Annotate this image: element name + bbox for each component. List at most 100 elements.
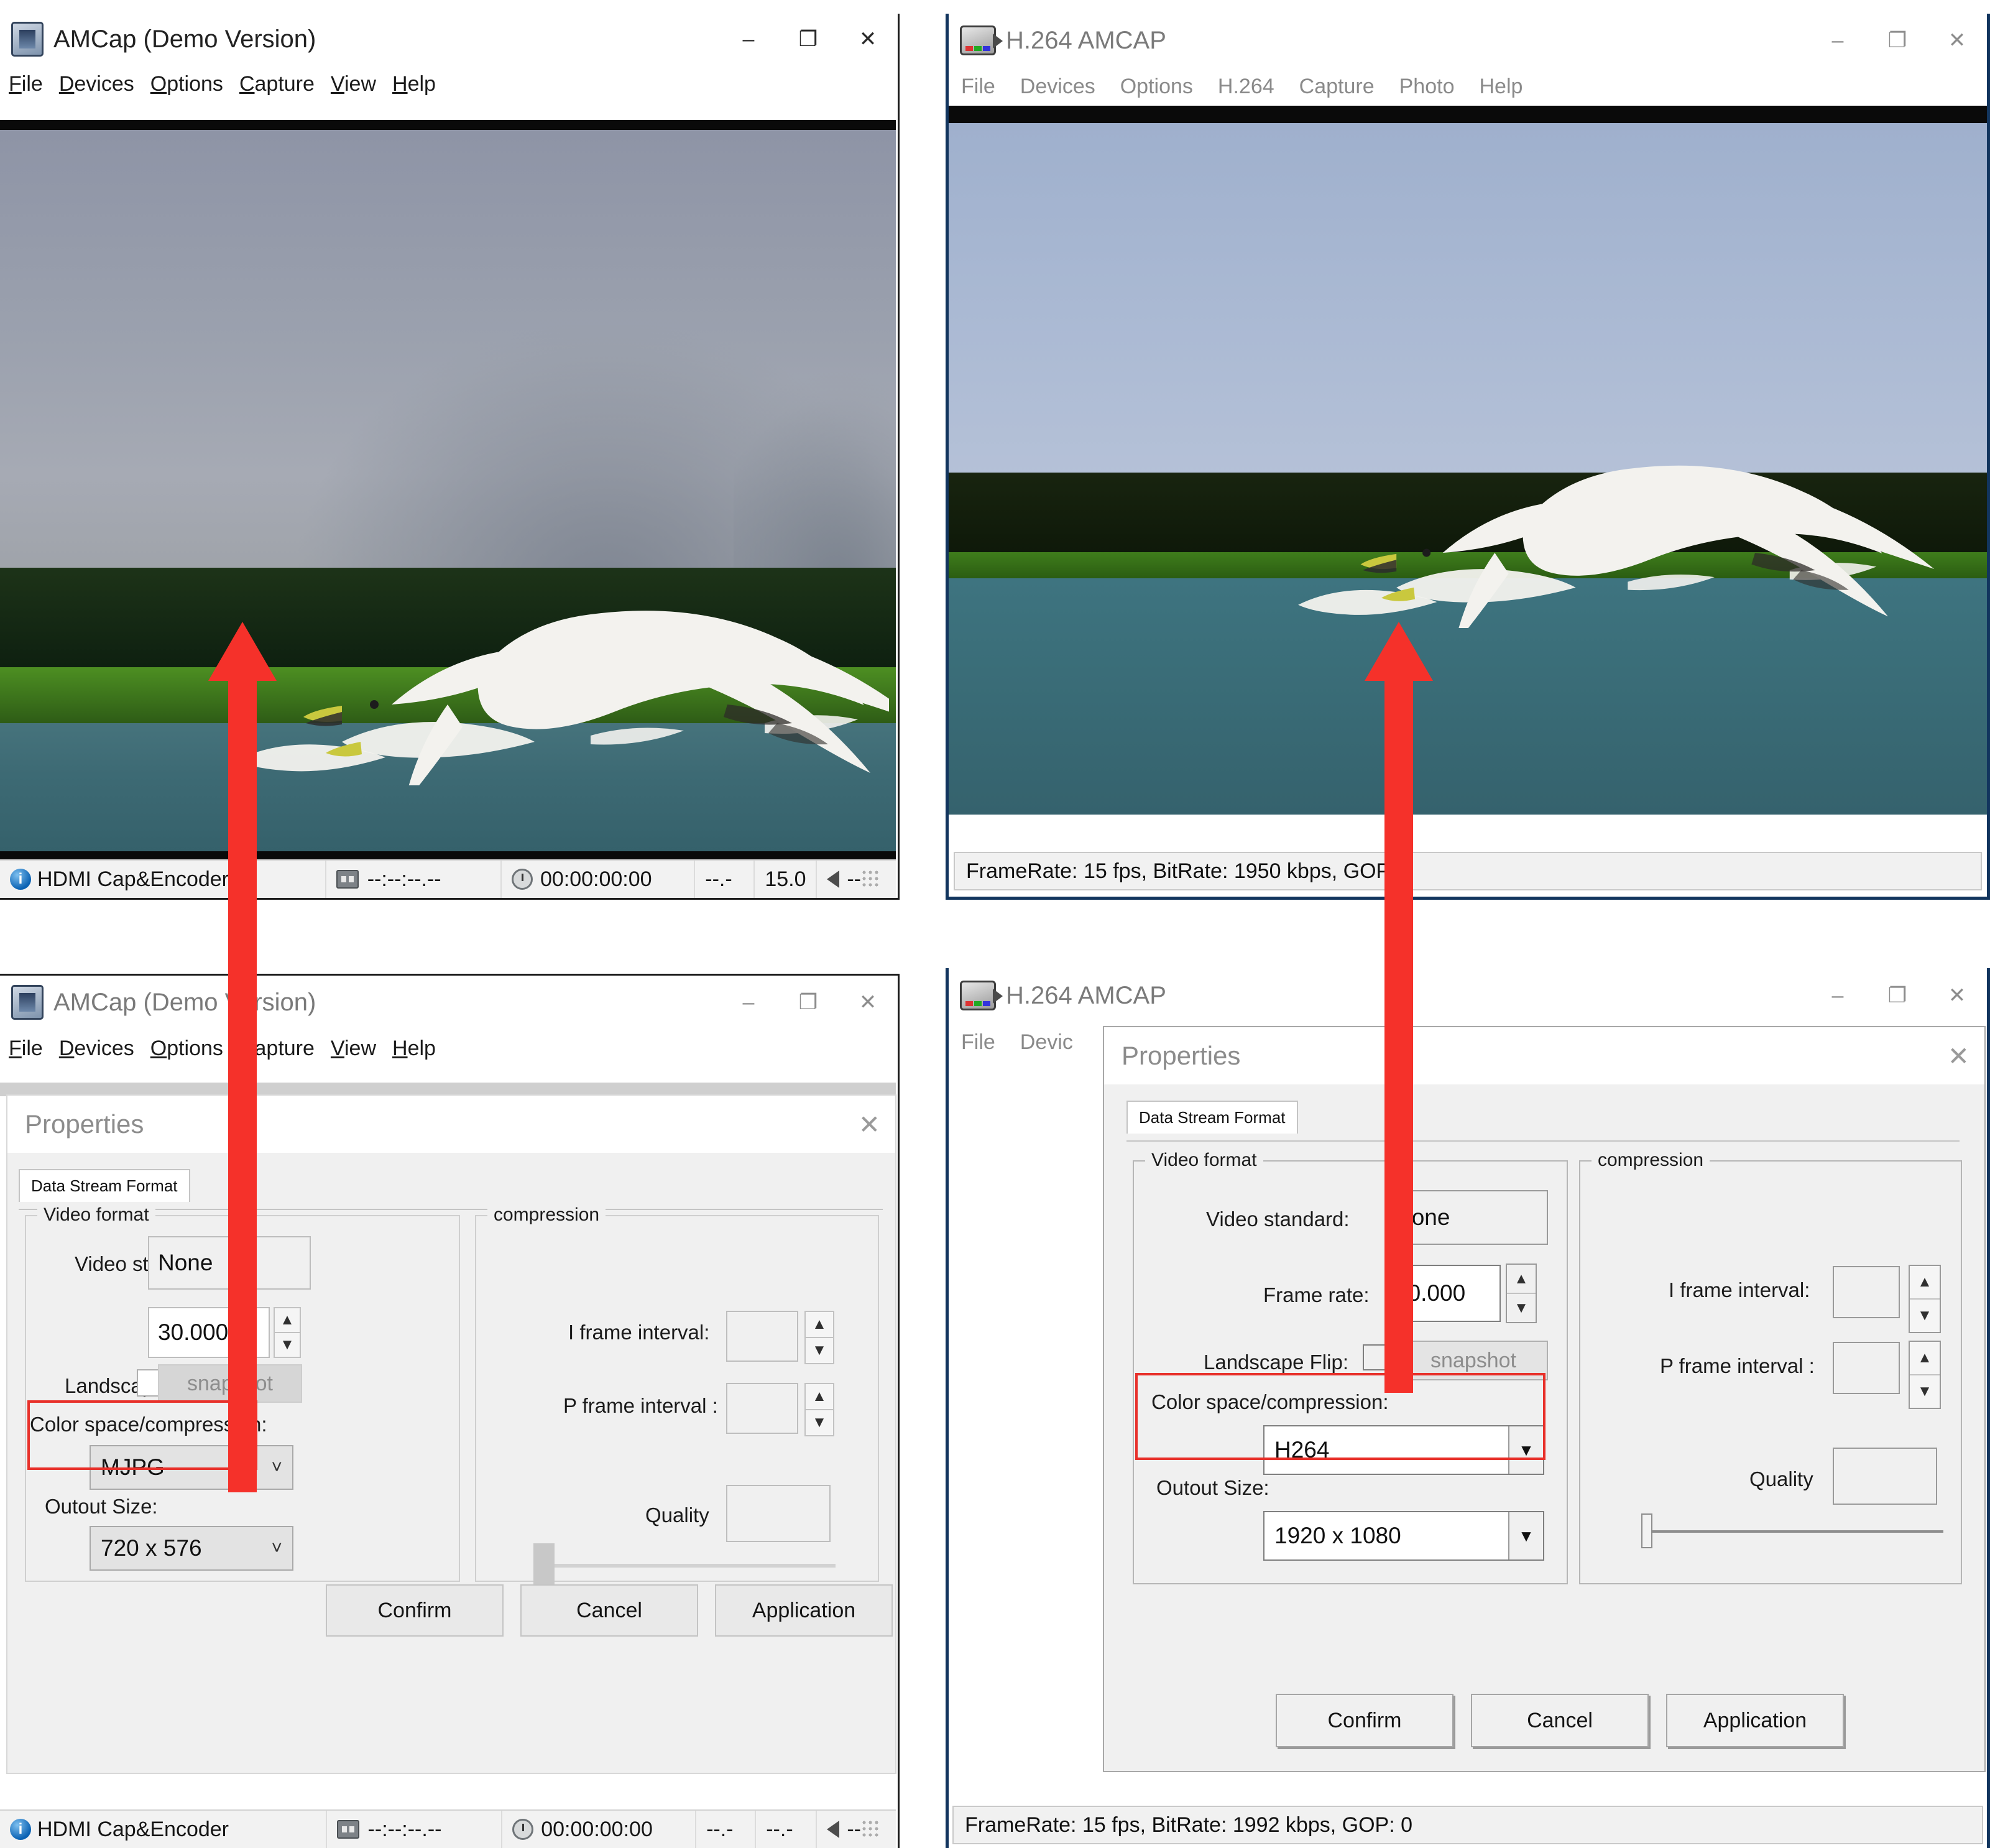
menu-capture[interactable]: Capture xyxy=(239,72,315,96)
chevron-down-icon: ˅ xyxy=(271,1538,282,1558)
field-p-frame-interval[interactable] xyxy=(1833,1342,1900,1394)
titlebar-h264-bottom[interactable]: H.264 AMCAP – ❐ ✕ xyxy=(949,968,1987,1023)
spinner-down-icon[interactable]: ▼ xyxy=(1910,1375,1940,1408)
application-button[interactable]: Application xyxy=(715,1584,893,1637)
menu-help[interactable]: Help xyxy=(1479,75,1522,99)
menu-devices[interactable]: Devices xyxy=(59,1037,134,1061)
statusbar-bottom-right: FrameRate: 15 fps, BitRate: 1992 kbps, G… xyxy=(952,1806,1983,1844)
titlebar-h264-top[interactable]: H.264 AMCAP – ❐ ✕ xyxy=(949,14,1987,67)
menu-view[interactable]: View xyxy=(331,72,376,96)
menu-file[interactable]: File xyxy=(9,72,43,96)
maximize-button[interactable]: ❐ xyxy=(1868,15,1927,66)
menubar-amcap-bottom: File Devices Options Capture View Help xyxy=(0,1029,898,1068)
menu-options[interactable]: Options xyxy=(1120,75,1193,99)
resize-grip[interactable] xyxy=(861,1819,881,1839)
field-quality[interactable] xyxy=(1833,1448,1937,1505)
maximize-button[interactable]: ❐ xyxy=(778,14,838,65)
close-icon[interactable]: ✕ xyxy=(859,1109,880,1140)
status-volume-cell: -- xyxy=(817,1811,896,1848)
combo-output-size-value: 1920 x 1080 xyxy=(1274,1523,1401,1548)
application-button[interactable]: Application xyxy=(1666,1694,1844,1747)
minimize-button[interactable]: – xyxy=(1808,15,1868,66)
status-rate-dashes: --.- xyxy=(705,867,732,891)
cancel-button[interactable]: Cancel xyxy=(520,1584,698,1637)
slider-thumb[interactable] xyxy=(533,1543,555,1588)
close-button[interactable]: ✕ xyxy=(838,977,898,1028)
dialog-titlebar[interactable]: Properties ✕ xyxy=(1104,1027,1984,1084)
spinner-down-icon[interactable]: ▼ xyxy=(806,1410,833,1435)
combo-output-size[interactable]: 720 x 576 ˅ xyxy=(90,1526,293,1571)
annotation-arrow-right xyxy=(1361,622,1436,1393)
menu-photo[interactable]: Photo xyxy=(1399,75,1455,99)
video-preview-top-left xyxy=(0,120,896,861)
status-rate-cell: --.- xyxy=(696,1811,757,1848)
menu-devices[interactable]: Devic xyxy=(1020,1030,1073,1055)
maximize-button[interactable]: ❐ xyxy=(1868,970,1927,1021)
maximize-button[interactable]: ❐ xyxy=(778,977,838,1028)
quality-slider[interactable] xyxy=(1641,1513,1943,1548)
chevron-down-icon[interactable]: ▼ xyxy=(1508,1512,1543,1559)
menu-devices[interactable]: Devices xyxy=(59,72,134,96)
spinner-up-icon[interactable]: ▲ xyxy=(1507,1265,1536,1294)
status-text: FrameRate: 15 fps, BitRate: 1992 kbps, G… xyxy=(965,1813,1413,1837)
statusbar-bottom-left: i HDMI Cap&Encoder --:--:--.-- 00:00:00:… xyxy=(0,1809,896,1848)
window-controls: – ❐ ✕ xyxy=(719,977,898,1028)
menu-options[interactable]: Options xyxy=(150,72,223,96)
window-title: H.264 AMCAP xyxy=(1006,981,1166,1009)
cancel-button[interactable]: Cancel xyxy=(1471,1694,1649,1747)
field-quality[interactable] xyxy=(726,1485,831,1542)
minimize-button[interactable]: – xyxy=(719,977,778,1028)
statusbar-top-right: FrameRate: 15 fps, BitRate: 1950 kbps, G… xyxy=(954,852,1982,890)
status-timecode: 00:00:00:00 xyxy=(541,1817,653,1841)
menu-help[interactable]: Help xyxy=(392,72,436,96)
spinner-i-frame-interval[interactable]: ▲ ▼ xyxy=(804,1311,834,1364)
dialog-titlebar[interactable]: Properties ✕ xyxy=(7,1096,895,1153)
confirm-button[interactable]: Confirm xyxy=(1276,1694,1453,1747)
menu-file[interactable]: File xyxy=(961,75,995,99)
spinner-up-icon[interactable]: ▲ xyxy=(806,1384,833,1410)
spinner-up-icon[interactable]: ▲ xyxy=(1910,1342,1940,1375)
spinner-up-icon[interactable]: ▲ xyxy=(1910,1266,1940,1300)
spinner-p-frame-interval[interactable]: ▲ ▼ xyxy=(804,1383,834,1436)
arrow-shaft xyxy=(1384,681,1413,1393)
menu-help[interactable]: Help xyxy=(392,1037,436,1061)
combo-output-size[interactable]: 1920 x 1080 ▼ xyxy=(1263,1511,1544,1561)
tab-data-stream-format[interactable]: Data Stream Format xyxy=(1126,1101,1298,1134)
quality-slider[interactable] xyxy=(533,1543,836,1588)
label-output-size: Outout Size: xyxy=(45,1495,158,1518)
resize-grip[interactable] xyxy=(861,869,881,889)
tabstrip: Data Stream Format xyxy=(1126,1101,1960,1142)
menu-view[interactable]: View xyxy=(331,1037,376,1061)
menu-devices[interactable]: Devices xyxy=(1020,75,1095,99)
minimize-button[interactable]: – xyxy=(719,14,778,65)
close-button[interactable]: ✕ xyxy=(1927,15,1987,66)
close-button[interactable]: ✕ xyxy=(1927,970,1987,1021)
titlebar-amcap-top[interactable]: AMCap (Demo Version) – ❐ ✕ xyxy=(0,14,898,65)
video-letterbox-top xyxy=(949,106,1987,123)
confirm-button[interactable]: Confirm xyxy=(326,1584,504,1637)
spinner-i-frame-interval[interactable]: ▲ ▼ xyxy=(1909,1265,1941,1333)
spinner-up-icon[interactable]: ▲ xyxy=(806,1312,833,1338)
titlebar-amcap-bottom[interactable]: AMCap (Demo Version) – ❐ ✕ xyxy=(0,976,898,1029)
field-p-frame-interval[interactable] xyxy=(726,1383,798,1434)
menu-file[interactable]: File xyxy=(9,1037,43,1061)
close-icon[interactable]: ✕ xyxy=(1948,1041,1969,1071)
minimize-button[interactable]: – xyxy=(1808,970,1868,1021)
close-button[interactable]: ✕ xyxy=(838,14,898,65)
spinner-p-frame-interval[interactable]: ▲ ▼ xyxy=(1909,1341,1941,1409)
spinner-frame-rate[interactable]: ▲ ▼ xyxy=(1506,1264,1537,1323)
menu-file[interactable]: File xyxy=(961,1030,995,1055)
status-device-label: HDMI Cap&Encoder xyxy=(37,1817,229,1841)
spinner-down-icon[interactable]: ▼ xyxy=(1507,1294,1536,1322)
field-i-frame-interval[interactable] xyxy=(1833,1266,1900,1318)
field-i-frame-interval[interactable] xyxy=(726,1311,798,1362)
spinner-down-icon[interactable]: ▼ xyxy=(1910,1300,1940,1332)
status-timecode-dashes: --:--:--.-- xyxy=(367,1817,442,1841)
combo-color-space[interactable]: H264 ▼ xyxy=(1263,1425,1544,1475)
menu-h264[interactable]: H.264 xyxy=(1218,75,1274,99)
menu-capture[interactable]: Capture xyxy=(1299,75,1375,99)
chevron-down-icon[interactable]: ▼ xyxy=(1508,1426,1543,1474)
tab-data-stream-format[interactable]: Data Stream Format xyxy=(19,1169,190,1202)
spinner-down-icon[interactable]: ▼ xyxy=(806,1338,833,1363)
slider-thumb[interactable] xyxy=(1641,1513,1652,1548)
